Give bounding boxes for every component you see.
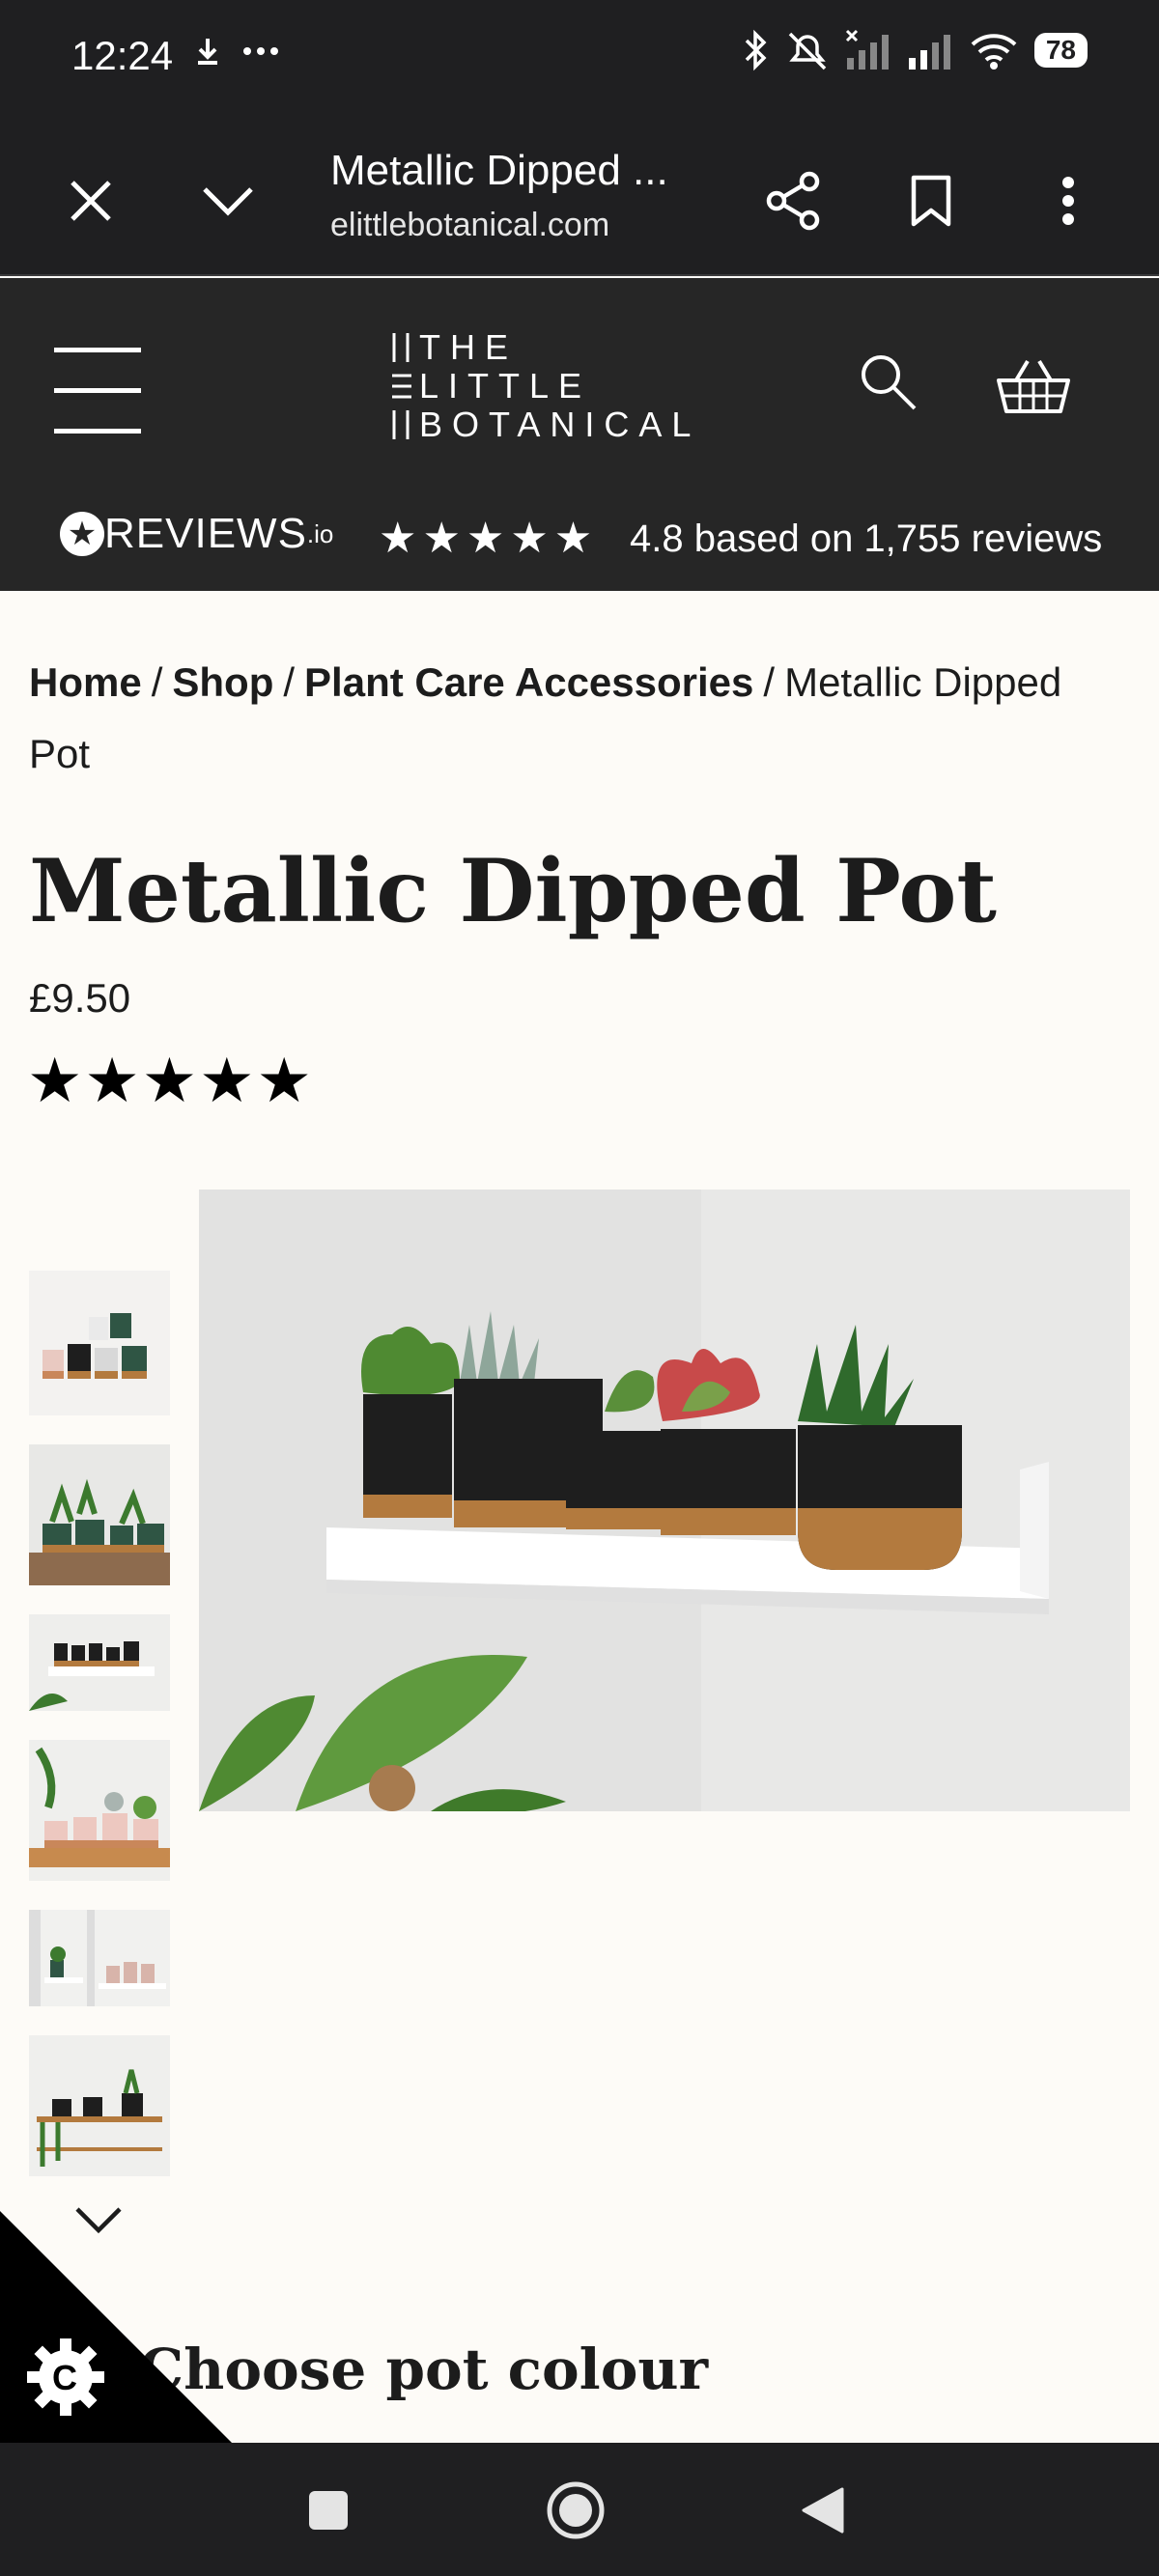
- menu-button[interactable]: [1030, 162, 1107, 239]
- system-navigation-bar: [0, 2443, 1159, 2576]
- cookie-corner-icon: [0, 2211, 232, 2443]
- site-header: THE LITTLE BOTANICAL ★ REVIEWS .io ★★★★★…: [0, 278, 1159, 591]
- reviews-brand-suffix: .io: [306, 518, 334, 548]
- logo-line-1: THE: [419, 327, 518, 367]
- reviews-summary: 4.8 based on 1,755 reviews: [630, 518, 1103, 560]
- home-circle-icon: [547, 2481, 605, 2539]
- back-triangle-icon: [802, 2487, 844, 2534]
- more-icon: [243, 47, 278, 55]
- page-url[interactable]: elittlebotanical.com: [330, 207, 649, 244]
- black-copper-pots-on-shelf-photo: [199, 1190, 1130, 1811]
- breadcrumb-plant-care-accessories[interactable]: Plant Care Accessories: [304, 659, 753, 705]
- more-vertical-icon: [1062, 177, 1074, 225]
- thumbnail-3[interactable]: [29, 1614, 170, 1711]
- mute-icon: [788, 32, 827, 70]
- product-rating-stars[interactable]: ★★★★★: [27, 1045, 314, 1117]
- pots-group-thumbnail: [29, 1271, 170, 1415]
- shelf-pots-thumbnail: [29, 1910, 170, 2006]
- logo-line-2: LITTLE: [419, 366, 592, 406]
- site-logo[interactable]: THE LITTLE BOTANICAL: [390, 327, 719, 444]
- bookmark-button[interactable]: [892, 162, 970, 239]
- page-title[interactable]: Metallic Dipped ...: [330, 147, 668, 195]
- thumbnail-5[interactable]: [29, 1910, 170, 2006]
- wifi-icon: [971, 34, 1017, 70]
- pink-pots-thumbnail: [29, 1740, 170, 1881]
- menu-toggle-button[interactable]: [54, 346, 141, 438]
- signal-icon-2: [908, 35, 950, 70]
- chevron-down-icon: [203, 187, 253, 216]
- close-icon: [71, 181, 111, 221]
- search-icon: [862, 355, 917, 410]
- star-badge-icon: ★: [60, 512, 104, 556]
- square-icon: [309, 2491, 348, 2530]
- breadcrumb: Home / Shop / Plant Care Accessories / Metalli…: [29, 647, 1130, 790]
- breadcrumb-separator: /: [763, 659, 776, 705]
- recents-button[interactable]: [294, 2476, 363, 2545]
- basket-icon: [997, 359, 1070, 413]
- cookie-badge-letter: C: [52, 2358, 77, 2397]
- battery-icon: 78: [1033, 33, 1088, 68]
- status-system-icons: 78: [741, 29, 1088, 71]
- download-icon: [198, 39, 217, 65]
- back-button[interactable]: [788, 2476, 858, 2545]
- bluetooth-icon: [745, 29, 767, 71]
- logo-line-3: BOTANICAL: [419, 405, 701, 444]
- product-title: Metallic Dipped Pot: [29, 840, 997, 942]
- home-button[interactable]: [541, 2476, 610, 2545]
- browser-toolbar: Metallic Dipped ... elittlebotanical.com: [0, 114, 1159, 276]
- cookie-settings-button[interactable]: C: [0, 2211, 232, 2443]
- status-time: 12:24: [71, 33, 174, 78]
- breadcrumb-home[interactable]: Home: [29, 659, 142, 705]
- status-bar: 12:24 78: [0, 0, 1159, 114]
- thumbnail-1[interactable]: [29, 1271, 170, 1415]
- thumbnail-4[interactable]: [29, 1740, 170, 1881]
- minimize-button[interactable]: [189, 162, 267, 239]
- signal-icon: [845, 29, 889, 70]
- hamburger-icon: [54, 348, 141, 352]
- main-product-image[interactable]: [199, 1190, 1130, 1811]
- reviews-io-logo: ★ REVIEWS .io: [60, 510, 333, 558]
- close-tab-button[interactable]: [52, 162, 129, 239]
- thumbnail-2[interactable]: [29, 1444, 170, 1585]
- search-button[interactable]: [858, 351, 919, 413]
- product-price: £9.50: [29, 975, 131, 1021]
- reviews-bar[interactable]: ★ REVIEWS .io ★★★★★ 4.8 based on 1,755 r…: [0, 489, 1159, 585]
- black-pots-shelf-thumbnail: [29, 1614, 170, 1711]
- status-notification-icons: [191, 35, 280, 68]
- hanging-plants-thumbnail: [29, 2035, 170, 2176]
- breadcrumb-separator: /: [151, 659, 163, 705]
- reviews-stars: ★★★★★: [379, 515, 599, 562]
- share-icon: [766, 171, 820, 231]
- basket-button[interactable]: [995, 355, 1072, 417]
- thumbnail-6[interactable]: [29, 2035, 170, 2176]
- breadcrumb-separator: /: [283, 659, 296, 705]
- breadcrumb-shop[interactable]: Shop: [172, 659, 273, 705]
- reviews-brand: REVIEWS: [104, 510, 307, 557]
- bookmark-icon: [911, 175, 951, 227]
- green-pots-thumbnail: [29, 1444, 170, 1585]
- share-button[interactable]: [755, 162, 833, 239]
